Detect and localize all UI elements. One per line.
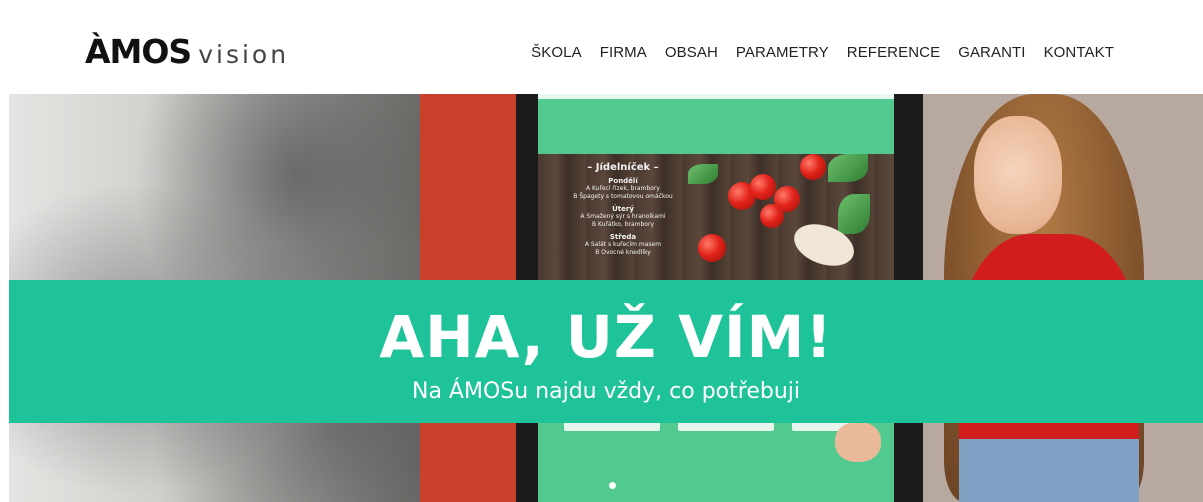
hero-subheadline: Na ÁMOSu najdu vždy, co potřebuji <box>412 379 800 404</box>
logo-main-text: ÀMOS <box>85 32 192 71</box>
nav-item-reference[interactable]: REFERENCE <box>838 40 949 65</box>
kiosk-screen-header <box>538 94 894 154</box>
kiosk-menu-line: A Kuřecí řízek, brambory <box>586 185 660 192</box>
nav-item-firma[interactable]: FIRMA <box>591 40 656 65</box>
kiosk-menu: – Jídelníček – Pondělí A Kuřecí řízek, b… <box>568 162 678 257</box>
nav-item-skola[interactable]: ŠKOLA <box>522 40 591 65</box>
kiosk-menu-day: Úterý <box>612 205 634 213</box>
tomato-image <box>750 174 776 200</box>
kiosk-menu-line: B Kuřátko, brambory <box>592 221 654 228</box>
tomato-image <box>698 234 726 262</box>
basil-leaf-image <box>688 164 718 184</box>
logo-sub-text: vision <box>198 40 290 69</box>
nav-item-parametry[interactable]: PARAMETRY <box>727 40 838 65</box>
hero-banner: AHA, UŽ VÍM! Na ÁMOSu najdu vždy, co pot… <box>9 280 1203 423</box>
tomato-image <box>760 204 784 228</box>
nav-item-obsah[interactable]: OBSAH <box>656 40 727 65</box>
kiosk-menu-title: – Jídelníček – <box>587 162 659 173</box>
basil-leaf-image <box>828 154 868 182</box>
hero-headline: AHA, UŽ VÍM! <box>379 303 833 371</box>
person-face-image <box>974 116 1062 234</box>
kiosk-menu-line: B Špagety s tomatovou omáčkou <box>573 193 673 200</box>
kiosk-menu-line: A Smažený sýr s hranolkami <box>580 213 666 220</box>
kiosk-menu-line: B Ovocné knedlíky <box>595 249 651 256</box>
nav-item-kontakt[interactable]: KONTAKT <box>1035 40 1123 65</box>
main-navigation: ŠKOLA FIRMA OBSAH PARAMETRY REFERENCE GA… <box>522 40 1123 65</box>
basil-leaf-image <box>838 194 870 234</box>
kiosk-menu-day: Pondělí <box>608 177 638 185</box>
person-hand-image <box>835 422 881 462</box>
person-jeans-image <box>959 439 1139 502</box>
slider-dot-active[interactable] <box>609 482 616 489</box>
tomato-image <box>800 154 826 180</box>
site-header: ÀMOS vision ŠKOLA FIRMA OBSAH PARAMETRY … <box>0 0 1203 94</box>
kiosk-menu-line: A Salát s kuřecím masem <box>584 241 662 248</box>
nav-item-garanti[interactable]: GARANTI <box>949 40 1034 65</box>
amos-vision-logo[interactable]: ÀMOS vision <box>85 30 289 74</box>
kiosk-menu-day: Středa <box>609 233 637 241</box>
